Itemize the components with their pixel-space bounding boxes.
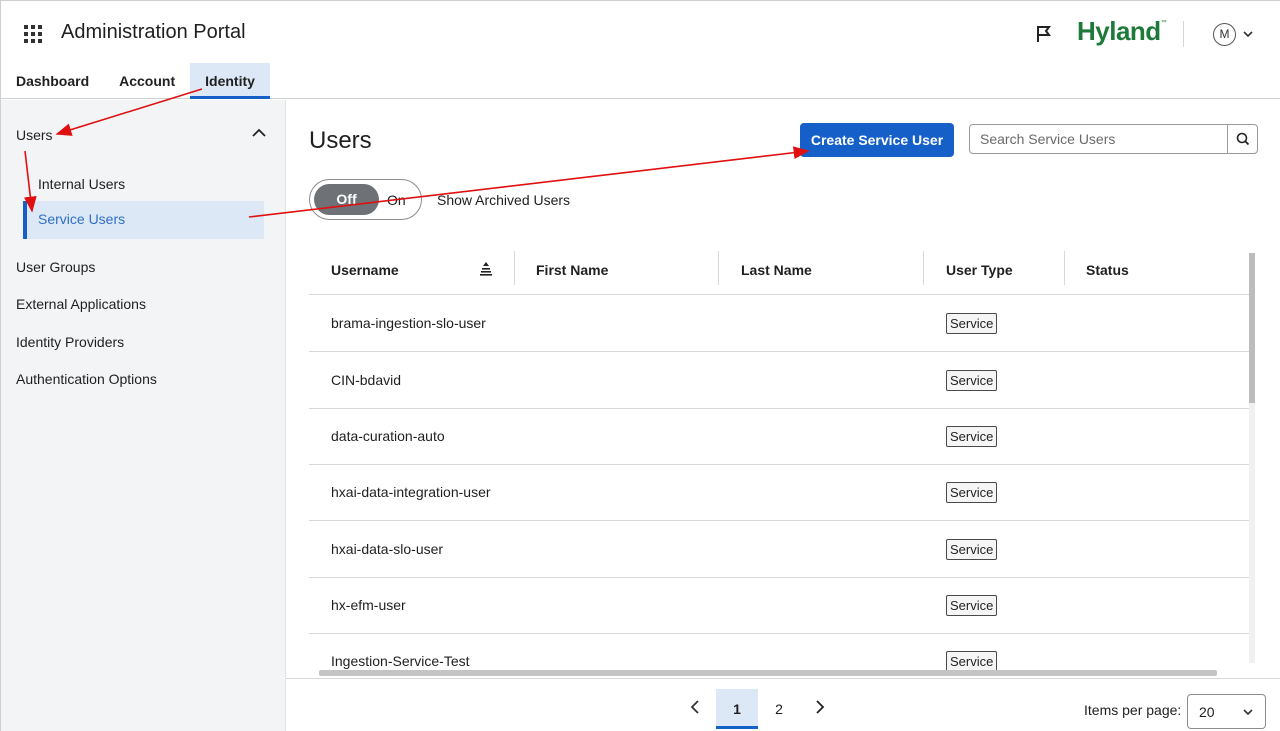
tab-dashboard[interactable]: Dashboard: [1, 63, 104, 99]
sidebar-item-authentication-options[interactable]: Authentication Options: [16, 371, 157, 387]
user-type-badge: Service: [946, 370, 998, 391]
pagination-bar: 1 2 Items per page: 20: [286, 678, 1280, 731]
tab-account[interactable]: Account: [104, 63, 190, 99]
items-per-page-value: 20: [1199, 704, 1215, 720]
username-cell: hxai-data-integration-user: [331, 484, 491, 500]
column-divider[interactable]: [1064, 251, 1065, 285]
table-row[interactable]: data-curation-auto Service: [309, 408, 1249, 465]
apps-grid-icon[interactable]: [24, 25, 42, 43]
toggle-on-label: On: [387, 192, 406, 208]
table-row[interactable]: CIN-bdavid Service: [309, 352, 1249, 409]
page-title: Users: [309, 127, 372, 154]
table-row[interactable]: hxai-data-integration-user Service: [309, 464, 1249, 521]
items-per-page-label: Items per page:: [1084, 702, 1182, 718]
page: Administration Portal Hyland™ M Dashboar…: [0, 0, 1280, 731]
column-header-user-type[interactable]: User Type: [946, 262, 1013, 278]
user-type-badge: Service: [946, 426, 998, 447]
top-tabs: Dashboard Account Identity: [1, 63, 270, 99]
items-per-page-select[interactable]: 20: [1187, 694, 1266, 729]
toggle-label: Show Archived Users: [437, 192, 571, 208]
scrollbar-thumb[interactable]: [319, 670, 1217, 676]
chevron-down-icon: [1243, 709, 1253, 716]
user-type-badge: Service: [946, 651, 998, 670]
column-divider[interactable]: [514, 251, 515, 285]
sidebar-item-identity-providers[interactable]: Identity Providers: [16, 334, 124, 350]
username-cell: hx-efm-user: [331, 597, 406, 613]
chevron-down-icon[interactable]: [1243, 29, 1253, 39]
column-header-status[interactable]: Status: [1086, 262, 1129, 278]
page-button-2[interactable]: 2: [758, 689, 800, 729]
column-header-first-name[interactable]: First Name: [536, 262, 608, 278]
horizontal-scrollbar[interactable]: [309, 669, 1249, 677]
search-input[interactable]: [970, 125, 1228, 153]
page-button-1[interactable]: 1: [716, 689, 758, 729]
sidebar-item-label: Service Users: [38, 211, 126, 227]
search-icon: [1236, 132, 1250, 146]
search-button[interactable]: [1227, 125, 1257, 153]
sidebar-item-service-users[interactable]: Service Users: [23, 201, 264, 239]
column-header-last-name[interactable]: Last Name: [741, 262, 812, 278]
create-service-user-button[interactable]: Create Service User: [800, 123, 954, 157]
column-divider[interactable]: [718, 251, 719, 285]
sidebar-section-users[interactable]: Users: [16, 127, 53, 143]
username-cell: hxai-data-slo-user: [331, 541, 444, 557]
avatar[interactable]: M: [1213, 23, 1236, 46]
username-cell: Ingestion-Service-Test: [331, 653, 470, 669]
chevron-left-icon[interactable]: [689, 699, 701, 715]
flag-icon[interactable]: [1034, 24, 1054, 44]
tab-identity[interactable]: Identity: [190, 63, 270, 99]
table-row[interactable]: hxai-data-slo-user Service: [309, 521, 1249, 578]
table-row[interactable]: brama-ingestion-slo-user Service: [309, 295, 1249, 352]
sidebar: Users Internal Users Service Users User …: [1, 100, 286, 731]
main-content: Users Create Service User Off On Show Ar…: [286, 100, 1280, 731]
toggle-off-label: Off: [314, 184, 379, 215]
vertical-scrollbar[interactable]: [1247, 245, 1255, 670]
user-type-badge: Service: [946, 539, 998, 560]
table-row[interactable]: hx-efm-user Service: [309, 577, 1249, 634]
column-header-username[interactable]: Username: [331, 262, 399, 278]
header-divider: [1183, 21, 1184, 47]
user-type-badge: Service: [946, 595, 998, 616]
user-type-badge: Service: [946, 313, 998, 334]
chevron-right-icon[interactable]: [814, 699, 826, 715]
table-row[interactable]: Ingestion-Service-Test Service: [309, 633, 1249, 670]
archived-toggle[interactable]: Off On: [309, 179, 422, 220]
username-cell: CIN-bdavid: [331, 372, 402, 388]
brand-logo: Hyland™: [1077, 16, 1167, 46]
app-title: Administration Portal: [61, 21, 246, 43]
sidebar-item-user-groups[interactable]: User Groups: [16, 259, 95, 275]
sort-icon[interactable]: [478, 260, 494, 276]
sidebar-item-internal-users[interactable]: Internal Users: [38, 176, 125, 192]
users-table: Username First Name Last Name User Type …: [309, 245, 1249, 670]
username-cell: brama-ingestion-slo-user: [331, 315, 486, 331]
column-divider[interactable]: [923, 251, 924, 285]
username-cell: data-curation-auto: [331, 428, 445, 444]
sidebar-item-external-applications[interactable]: External Applications: [16, 296, 146, 312]
table-header: Username First Name Last Name User Type …: [309, 245, 1249, 295]
scrollbar-thumb[interactable]: [1249, 253, 1255, 403]
top-bar: Administration Portal Hyland™ M Dashboar…: [1, 1, 1280, 99]
search-box: [969, 124, 1258, 154]
user-type-badge: Service: [946, 482, 998, 503]
chevron-up-icon[interactable]: [252, 128, 266, 138]
